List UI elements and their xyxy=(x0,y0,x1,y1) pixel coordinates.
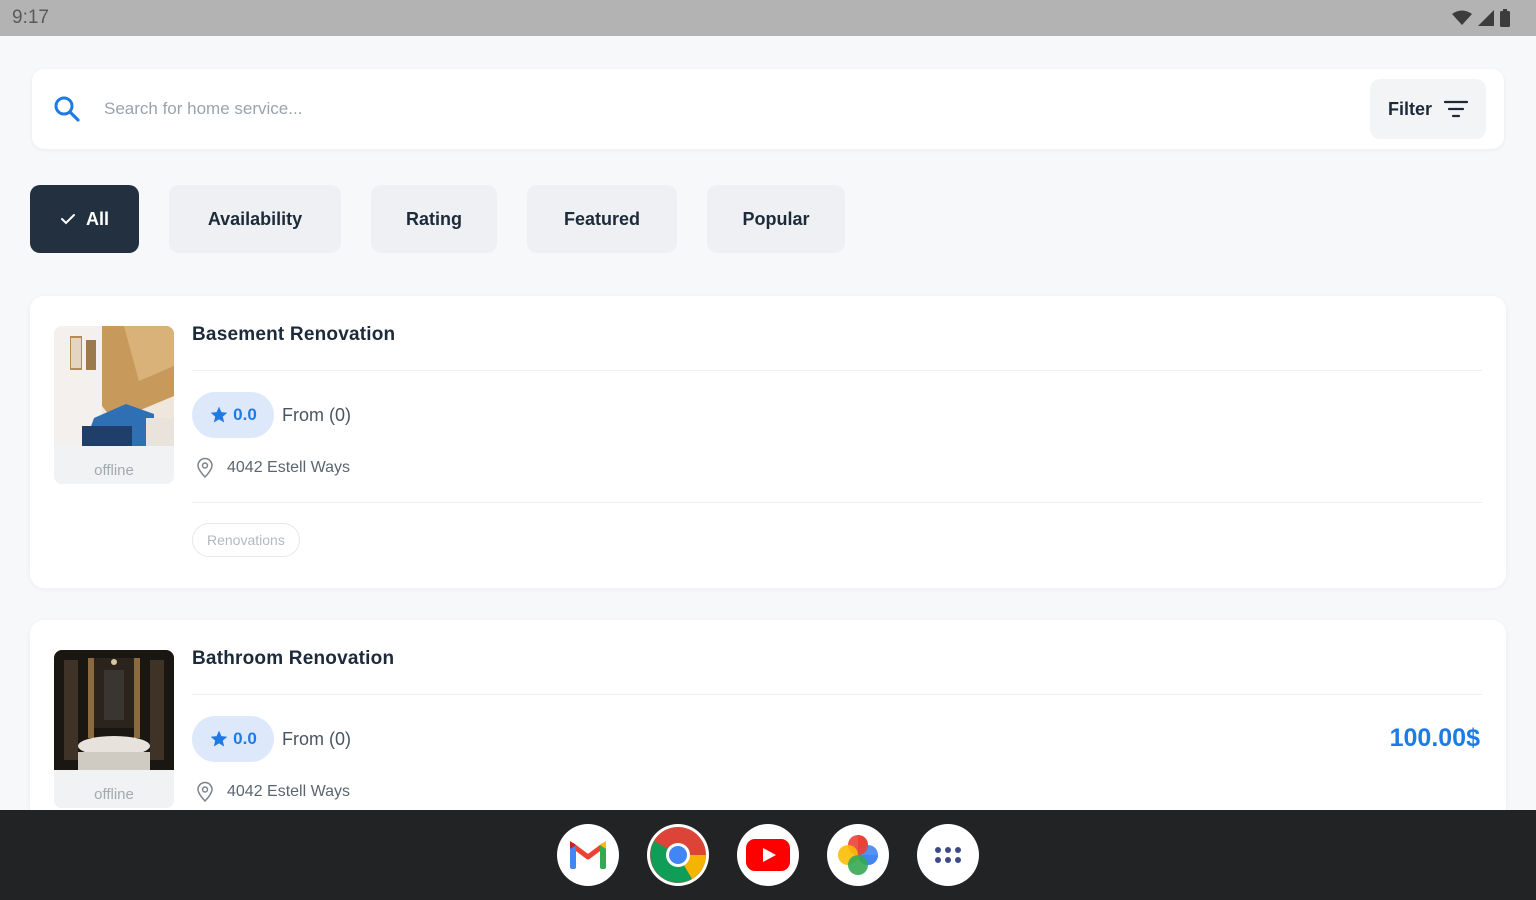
rating-badge: 0.0 xyxy=(192,716,274,762)
chip-all[interactable]: All xyxy=(30,185,139,253)
service-status: offline xyxy=(54,451,174,484)
service-location: 4042 Estell Ways xyxy=(227,459,351,476)
chip-rating-label: Rating xyxy=(406,208,462,229)
service-card[interactable]: offline Bathroom Renovation 0.0 From (0)… xyxy=(30,620,1506,820)
service-thumbnail: offline xyxy=(54,650,174,808)
location-pin-icon xyxy=(197,781,213,803)
filter-chips: All Availability Rating Featured Popular xyxy=(30,185,845,253)
chrome-icon[interactable] xyxy=(647,824,709,886)
app-drawer-icon[interactable] xyxy=(917,824,979,886)
service-status: offline xyxy=(54,775,174,808)
app-dock xyxy=(0,810,1536,900)
location-pin-icon xyxy=(197,457,213,479)
service-image xyxy=(54,326,174,446)
star-icon xyxy=(210,730,228,747)
search-input[interactable] xyxy=(104,99,1370,119)
chip-featured[interactable]: Featured xyxy=(527,185,677,253)
chip-rating[interactable]: Rating xyxy=(371,185,497,253)
check-icon xyxy=(60,214,75,225)
gmail-icon[interactable] xyxy=(557,824,619,886)
star-icon xyxy=(210,406,228,423)
divider xyxy=(192,694,1482,695)
review-count: From (0) xyxy=(282,729,351,749)
divider xyxy=(192,370,1482,371)
wifi-icon xyxy=(1452,10,1472,25)
rating-badge: 0.0 xyxy=(192,392,274,438)
chip-availability[interactable]: Availability xyxy=(169,185,341,253)
service-price: 100.00$ xyxy=(1389,724,1480,752)
service-thumbnail: offline xyxy=(54,326,174,484)
battery-icon xyxy=(1500,9,1510,27)
filter-label: Filter xyxy=(1387,98,1432,119)
chip-featured-label: Featured xyxy=(563,208,641,229)
category-tag[interactable]: Renovations xyxy=(192,523,300,557)
chip-all-label: All xyxy=(85,208,109,229)
photos-icon[interactable] xyxy=(827,824,889,886)
search-icon[interactable] xyxy=(52,94,82,124)
service-image xyxy=(54,650,174,770)
chip-popular[interactable]: Popular xyxy=(707,185,845,253)
rating-value: 0.0 xyxy=(233,405,257,424)
service-location: 4042 Estell Ways xyxy=(227,783,351,800)
chip-popular-label: Popular xyxy=(742,208,810,229)
signal-icon xyxy=(1478,10,1494,26)
status-time: 9:17 xyxy=(12,7,49,28)
divider xyxy=(192,502,1482,503)
status-icons xyxy=(1452,9,1510,27)
service-title: Basement Renovation xyxy=(192,324,396,345)
service-card[interactable]: offline Basement Renovation 0.0 From (0)… xyxy=(30,296,1506,588)
filter-icon xyxy=(1444,100,1468,118)
search-bar: Filter xyxy=(32,69,1504,149)
chip-availability-label: Availability xyxy=(207,208,303,229)
review-count: From (0) xyxy=(282,405,351,425)
filter-button[interactable]: Filter xyxy=(1370,79,1486,139)
service-title: Bathroom Renovation xyxy=(192,648,395,669)
youtube-icon[interactable] xyxy=(737,824,799,886)
rating-value: 0.0 xyxy=(233,729,257,748)
status-bar: 9:17 xyxy=(0,0,1536,36)
